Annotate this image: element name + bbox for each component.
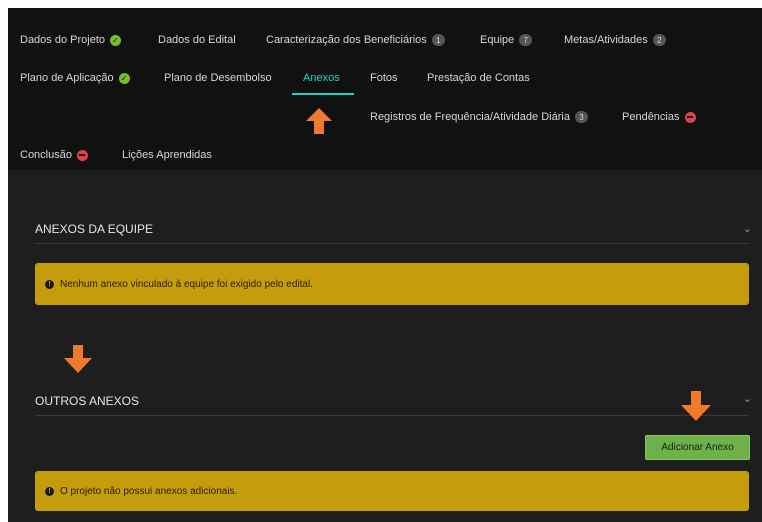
add-attachment-button[interactable]: Adicionar Anexo xyxy=(645,435,750,460)
minus-circle-icon xyxy=(684,111,696,123)
check-circle-icon: ✓ xyxy=(118,72,130,84)
tab-label: Dados do Edital xyxy=(158,34,236,46)
content-area: ANEXOS DA EQUIPE ⌄ ! Nenhum anexo vincul… xyxy=(8,170,762,522)
tab-label: Conclusão xyxy=(20,149,72,161)
tab-metas-atividades[interactable]: Metas/Atividades 2 xyxy=(564,32,666,48)
annotation-arrow-down-icon xyxy=(681,391,711,421)
tab-label: Anexos xyxy=(303,72,340,84)
tab-label: Dados do Projeto xyxy=(20,34,105,46)
tab-prestacao-de-contas[interactable]: Prestação de Contas xyxy=(427,70,530,86)
minus-circle-icon xyxy=(76,149,88,161)
tab-label: Fotos xyxy=(370,72,398,84)
tab-equipe[interactable]: Equipe 7 xyxy=(480,32,533,48)
chevron-down-icon[interactable]: ⌄ xyxy=(743,222,752,235)
tab-conclusao[interactable]: Conclusão xyxy=(20,147,88,163)
tab-label: Plano de Aplicação xyxy=(20,72,114,84)
tab-licoes-aprendidas[interactable]: Lições Aprendidas xyxy=(122,147,212,163)
tab-plano-de-desembolso[interactable]: Plano de Desembolso xyxy=(164,70,272,86)
tab-label: Caracterização dos Beneficiários xyxy=(266,34,427,46)
tab-dados-do-projeto[interactable]: Dados do Projeto ✓ xyxy=(20,32,121,48)
check-circle-icon: ✓ xyxy=(110,34,121,46)
exclamation-circle-icon: ! xyxy=(45,279,54,289)
chevron-down-icon[interactable]: ⌄ xyxy=(743,392,752,405)
count-badge: 3 xyxy=(574,111,588,123)
alert-outros-anexos: ! O projeto não possui anexos adicionais… xyxy=(35,471,749,511)
section-divider xyxy=(35,243,749,244)
tab-dados-do-edital[interactable]: Dados do Edital xyxy=(158,32,236,48)
tab-label: Plano de Desembolso xyxy=(164,72,272,84)
tab-label: Pendências xyxy=(622,111,680,123)
tab-label: Lições Aprendidas xyxy=(122,149,212,161)
tab-plano-de-aplicacao[interactable]: Plano de Aplicação ✓ xyxy=(20,70,130,86)
tab-registros-de-frequencia[interactable]: Registros de Frequência/Atividade Diária… xyxy=(370,109,588,125)
app-frame: Dados do Projeto ✓ Dados do Edital Carac… xyxy=(8,8,762,522)
count-badge: 7 xyxy=(519,34,533,46)
section-title-anexos-da-equipe: ANEXOS DA EQUIPE xyxy=(35,222,154,236)
alert-text: Nenhum anexo vinculado à equipe foi exig… xyxy=(60,278,313,290)
alert-anexos-da-equipe: ! Nenhum anexo vinculado à equipe foi ex… xyxy=(35,263,749,305)
count-badge: 2 xyxy=(652,34,666,46)
tab-label: Registros de Frequência/Atividade Diária xyxy=(370,111,570,123)
section-divider xyxy=(35,415,749,416)
tab-anexos[interactable]: Anexos xyxy=(303,70,340,86)
count-badge: 1 xyxy=(431,34,445,46)
tab-label: Equipe xyxy=(480,34,515,46)
tab-pendencias[interactable]: Pendências xyxy=(622,109,696,125)
tab-fotos[interactable]: Fotos xyxy=(370,70,398,86)
section-title-outros-anexos: OUTROS ANEXOS xyxy=(35,394,140,408)
tab-label: Metas/Atividades xyxy=(564,34,648,46)
tab-bar: Dados do Projeto ✓ Dados do Edital Carac… xyxy=(8,8,762,170)
tab-caracterizacao[interactable]: Caracterização dos Beneficiários 1 xyxy=(266,32,445,48)
exclamation-circle-icon: ! xyxy=(45,486,54,496)
annotation-arrow-up-icon xyxy=(306,108,332,134)
active-tab-indicator xyxy=(292,93,354,95)
annotation-arrow-down-icon xyxy=(64,345,92,373)
alert-text: O projeto não possui anexos adicionais. xyxy=(60,485,238,497)
tab-label: Prestação de Contas xyxy=(427,72,530,84)
